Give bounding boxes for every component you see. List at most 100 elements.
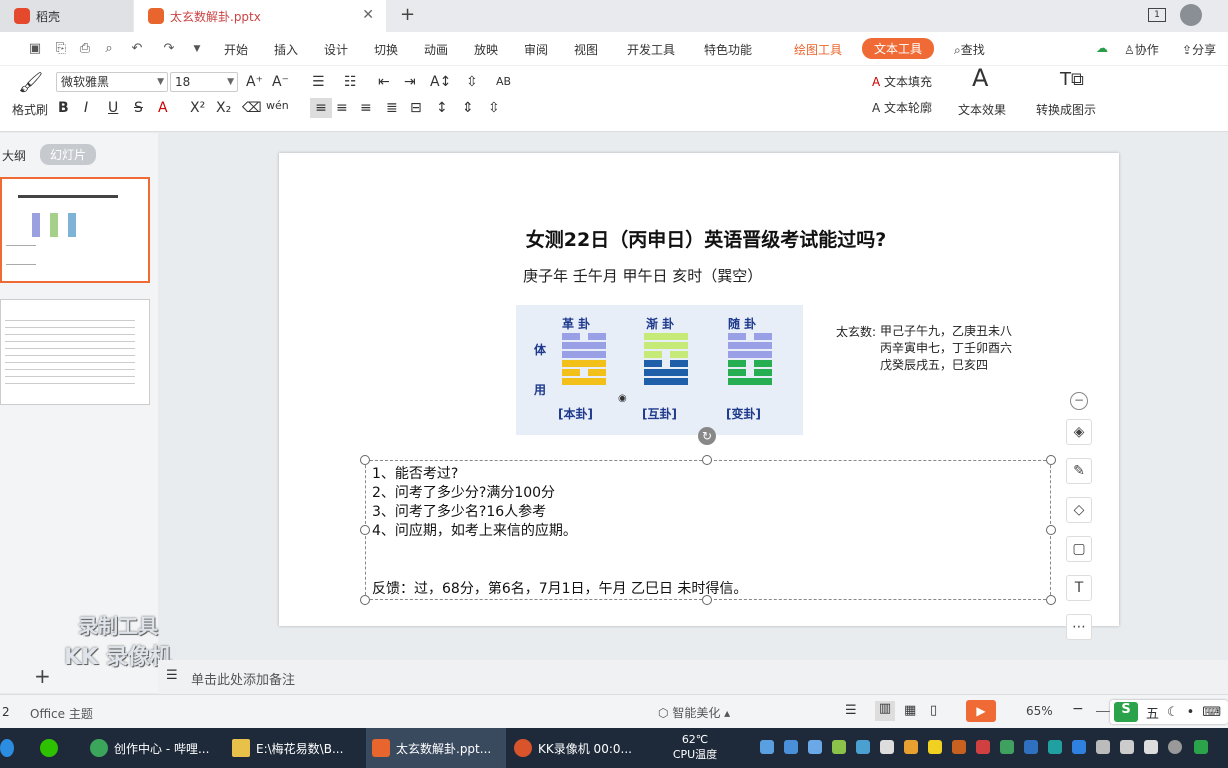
resize-handle[interactable] [360,595,370,605]
notes-toggle-icon[interactable]: ☰ [845,703,857,718]
font-grow-icon[interactable]: A⁺ [246,72,263,92]
sogou-icon[interactable]: S [1114,702,1138,722]
menu-review[interactable]: 审阅 [524,41,548,58]
italic-icon[interactable]: I [84,98,88,118]
bluetooth-icon[interactable] [1072,740,1086,754]
moon-icon[interactable]: ☾ [1167,705,1179,720]
redo-icon[interactable]: ↷ [160,40,178,58]
phonetic-icon[interactable]: wén [266,96,289,116]
start-button[interactable] [0,728,20,768]
collab-button[interactable]: ♙协作 [1124,41,1159,58]
align-left-icon[interactable]: ≡ [310,98,332,118]
taskbar-item[interactable]: KK录像机 00:0... [514,728,654,768]
shield-icon[interactable] [1024,740,1038,754]
user-avatar[interactable] [1180,4,1202,26]
bullets-icon[interactable]: ☰ [312,72,325,92]
resize-handle[interactable] [1046,525,1056,535]
paragraph-settings-icon[interactable]: ⇳ [488,98,500,118]
punctuation-icon[interactable]: • [1187,705,1195,720]
taskbar-item[interactable]: 创作中心 - 哔哩... [90,728,220,768]
hexagram-image[interactable]: 革 卦 渐 卦 随 卦 体 用 ◉ [本卦] [互卦] [变卦] [516,305,803,435]
resize-handle[interactable] [360,525,370,535]
notes-placeholder[interactable]: 单击此处添加备注 [191,669,295,688]
smart-beautify-button[interactable]: ⬡ 智能美化 ▴ [658,704,730,721]
slide-thumbnail-1[interactable] [0,177,150,283]
zoom-level[interactable]: 65% [1026,704,1053,718]
menu-transition[interactable]: 切换 [374,41,398,58]
font-name-select[interactable]: 微软雅黑 ▼ [56,72,168,92]
volume-icon[interactable] [1120,740,1134,754]
menu-insert[interactable]: 插入 [274,41,298,58]
undo-icon[interactable]: ↶ [128,40,146,58]
align-text-icon[interactable]: ⇳ [466,72,478,92]
tray-icon[interactable] [808,740,822,754]
play-slideshow-icon[interactable]: ▶ [966,700,996,722]
tray-icon[interactable] [1048,740,1062,754]
ime-mode[interactable]: 五 [1146,703,1159,722]
layers-icon[interactable]: ◈ [1066,419,1092,445]
taskbar-item-active[interactable]: 太玄数解卦.ppt... [366,728,506,768]
text-direction-icon[interactable]: A↕ [430,72,451,92]
collapse-tools-icon[interactable]: − [1070,392,1088,410]
strikethrough-icon[interactable]: S [134,98,143,118]
resize-handle[interactable] [1046,455,1056,465]
window-count-icon[interactable]: 1 [1148,8,1166,22]
resize-handle[interactable] [1046,595,1056,605]
numbering-icon[interactable]: ☷ [344,72,357,92]
menu-design[interactable]: 设计 [324,41,348,58]
tray-icon[interactable] [856,740,870,754]
save-icon[interactable]: ▣ [26,40,44,58]
tab-docer-home[interactable]: 稻壳 [0,0,133,32]
format-painter-icon[interactable]: 🖌 [18,72,43,92]
align-right-icon[interactable]: ≡ [360,98,372,118]
new-tab-button[interactable]: + [400,4,415,25]
search-button[interactable]: ⌕查找 [954,41,985,58]
tray-icon[interactable] [784,740,798,754]
menu-view[interactable]: 视图 [574,41,598,58]
text-fill-button[interactable]: A 文本填充 [872,72,932,92]
fill-bucket-icon[interactable]: ◇ [1066,497,1092,523]
print-icon[interactable]: ⎙ [76,40,94,58]
resize-handle[interactable] [702,595,712,605]
char-spacing-icon[interactable]: AB [496,72,511,92]
battery-icon[interactable] [1096,740,1110,754]
taixuan-table[interactable]: 甲己子午九，乙庚丑未八 丙辛寅申七，丁壬卯酉六 戊癸辰戌五，巳亥四 [880,323,1012,374]
align-center-icon[interactable]: ≡ [336,98,348,118]
text-outline-button[interactable]: A 文本轮廓 [872,98,932,118]
font-size-select[interactable]: 18 ▼ [170,72,238,92]
sorter-view-icon[interactable]: ▦ [904,703,916,718]
menu-slideshow[interactable]: 放映 [474,41,498,58]
normal-view-icon[interactable]: ▥ [875,701,895,721]
taskbar-item[interactable]: E:\梅花易数\B... [232,728,362,768]
bold-icon[interactable]: B [58,98,69,118]
quick-dropdown-icon[interactable]: ▼ [188,40,206,58]
tab-document[interactable]: 太玄数解卦.pptx ✕ [134,0,386,32]
menu-developer[interactable]: 开发工具 [627,41,675,58]
font-shrink-icon[interactable]: A⁻ [272,72,289,92]
tray-icon[interactable] [760,740,774,754]
rotate-handle-icon[interactable]: ↻ [698,427,716,445]
distributed-icon[interactable]: ⊟ [410,98,422,118]
wechat-button[interactable] [40,728,70,768]
eraser-icon[interactable]: ⌫ [242,98,262,118]
convert-diagram-icon[interactable]: T⧉ [1060,70,1084,90]
close-circle-icon[interactable] [1168,740,1182,754]
font-color-icon[interactable]: A [158,98,168,118]
export-icon[interactable]: ⎘ [52,40,70,58]
notes-bar[interactable]: ☰ 单击此处添加备注 [158,660,1228,694]
tray-icon[interactable] [832,740,846,754]
convert-diagram-label[interactable]: 转换成图示 [1036,100,1096,120]
keyboard-icon[interactable]: ⌨ [1202,705,1221,720]
underline-icon[interactable]: U [108,98,118,118]
wifi-icon[interactable] [1144,740,1158,754]
cloud-sync-icon[interactable]: ☁ [1096,41,1108,55]
decrease-indent-icon[interactable]: ⇤ [378,72,390,92]
sogou-tray-icon[interactable] [1194,740,1208,754]
slide-thumbnail-2[interactable] [0,299,150,405]
increase-indent-icon[interactable]: ⇥ [404,72,416,92]
close-tab-icon[interactable]: ✕ [362,7,374,23]
justify-icon[interactable]: ≣ [386,98,398,118]
text-effect-label[interactable]: 文本效果 [958,100,1006,120]
resize-handle[interactable] [360,455,370,465]
more-icon[interactable]: ⋯ [1066,614,1092,640]
